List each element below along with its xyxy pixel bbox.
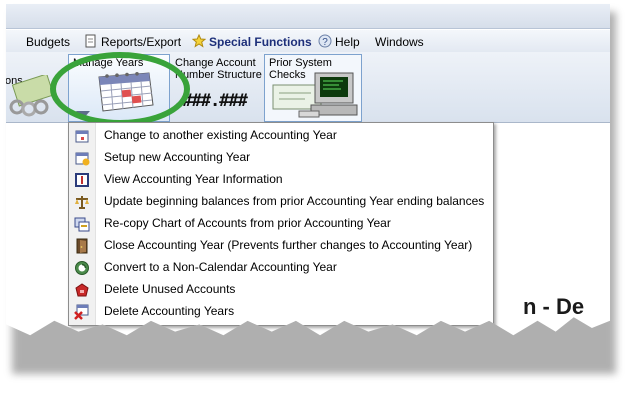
- menu-item-recopy-chart[interactable]: Re-copy Chart of Accounts from prior Acc…: [69, 213, 493, 235]
- menu-item-delete-years[interactable]: Delete Accounting Years: [69, 301, 493, 323]
- menu-item-label: Re-copy Chart of Accounts from prior Acc…: [104, 216, 391, 230]
- star-icon: [191, 33, 207, 48]
- menu-item-label: Change to another existing Accounting Ye…: [104, 128, 337, 142]
- delete-years-icon: [74, 304, 90, 320]
- menu-item-change-year[interactable]: Change to another existing Accounting Ye…: [69, 125, 493, 147]
- menu-budgets[interactable]: Budgets: [26, 34, 70, 50]
- menu-item-label: Close Accounting Year (Prevents further …: [104, 238, 473, 252]
- manage-years-dropdown-menu: Change to another existing Accounting Ye…: [68, 122, 494, 326]
- delete-accounts-icon: [74, 282, 90, 298]
- help-icon: ?: [318, 34, 332, 48]
- svg-text:?: ?: [322, 37, 328, 48]
- menu-item-view-year-info[interactable]: View Accounting Year Information: [69, 169, 493, 191]
- menu-windows[interactable]: Windows: [375, 34, 424, 50]
- title-bar: [6, 4, 610, 29]
- menu-help[interactable]: ? Help: [318, 34, 360, 50]
- menu-budgets-label: Budgets: [26, 35, 71, 49]
- copy-chart-icon: [74, 216, 90, 232]
- menu-reports-export[interactable]: Reports/Export: [84, 34, 181, 50]
- menu-item-label: Delete Accounting Years: [104, 304, 235, 318]
- screenshot-frame: Budgets Reports/Export Special Functions…: [6, 4, 610, 336]
- menu-item-delete-unused-accounts[interactable]: Delete Unused Accounts: [69, 279, 493, 301]
- background-heading-fragment: n - De: [523, 294, 585, 319]
- change-account-label-2: Number Structure: [175, 69, 262, 81]
- change-account-label-1: Change Account: [175, 57, 256, 69]
- calendar-add-icon: [74, 150, 90, 166]
- menu-item-label: Delete Unused Accounts: [104, 282, 236, 296]
- menu-item-convert-non-calendar[interactable]: Convert to a Non-Calendar Accounting Yea…: [69, 257, 493, 279]
- menu-item-label: Setup new Accounting Year: [104, 150, 251, 164]
- menu-help-label: Help: [335, 35, 360, 49]
- prior-system-checks-button[interactable]: Prior System Checks: [264, 54, 362, 122]
- menu-bar: Budgets Reports/Export Special Functions…: [6, 30, 610, 52]
- calendar-switch-icon: [74, 128, 90, 144]
- convert-icon: [74, 260, 90, 276]
- highlight-circle: [50, 52, 190, 126]
- money-chain-icon: [9, 75, 55, 117]
- menu-special-functions-label: Special Functions: [209, 35, 312, 49]
- scales-icon: [74, 194, 90, 210]
- menu-item-label: Convert to a Non-Calendar Accounting Yea…: [104, 260, 337, 274]
- menu-special-functions[interactable]: Special Functions: [191, 33, 312, 50]
- door-icon: [74, 238, 90, 254]
- info-icon: [74, 172, 90, 188]
- menu-reports-export-label: Reports/Export: [101, 35, 182, 49]
- document-icon: [84, 34, 98, 48]
- computer-check-icon: [272, 72, 358, 118]
- menu-item-update-balances[interactable]: Update beginning balances from prior Acc…: [69, 191, 493, 213]
- menu-item-label: Update beginning balances from prior Acc…: [104, 194, 485, 208]
- prior-checks-label-1: Prior System: [269, 57, 332, 69]
- menu-windows-label: Windows: [375, 35, 424, 49]
- menu-item-close-year[interactable]: Close Accounting Year (Prevents further …: [69, 235, 493, 257]
- menu-item-label: View Accounting Year Information: [104, 172, 283, 186]
- menu-item-setup-year[interactable]: Setup new Accounting Year: [69, 147, 493, 169]
